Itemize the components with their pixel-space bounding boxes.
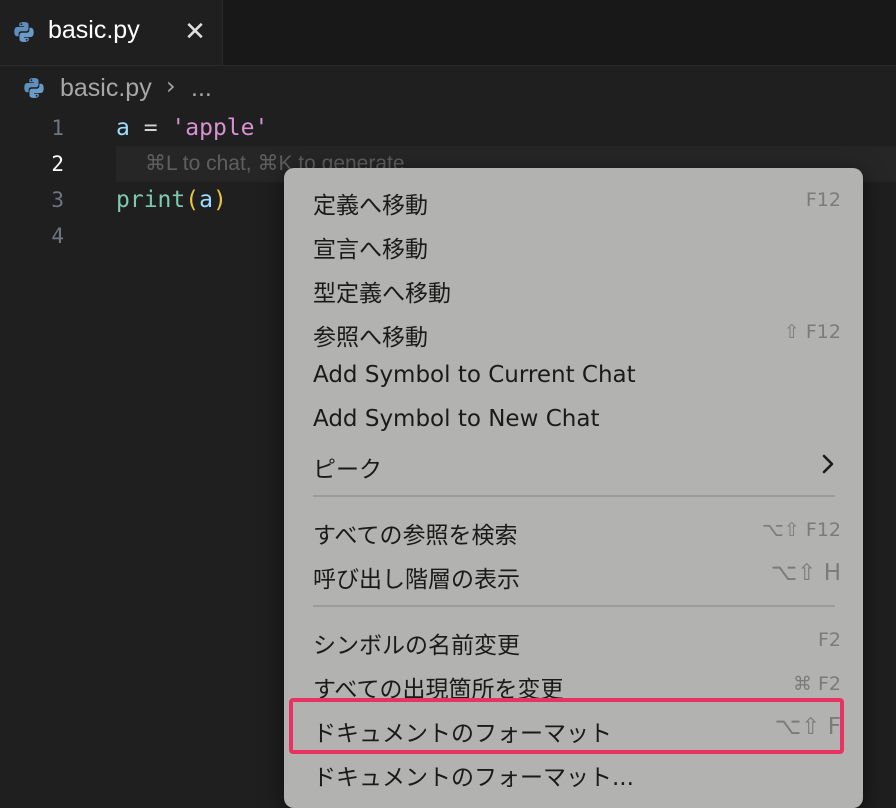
menu-item-go-to-references[interactable]: 参照へ移動 ⇧ F12 — [284, 311, 863, 355]
token-paren: ( — [185, 187, 200, 213]
menu-item-go-to-type-definition[interactable]: 型定義へ移動 — [284, 267, 863, 311]
menu-item-shortcut: F12 — [805, 189, 841, 211]
token-variable: a — [199, 187, 213, 213]
menu-item-add-symbol-new-chat[interactable]: Add Symbol to New Chat — [284, 399, 863, 443]
menu-item-shortcut: ⇧ F12 — [783, 321, 841, 343]
menu-item-label: 呼び出し階層の表示 — [313, 567, 520, 593]
menu-item-peek[interactable]: ピーク — [284, 443, 863, 487]
line-number: 3 — [51, 188, 64, 212]
token-variable: a — [116, 115, 130, 141]
menu-item-label: ピーク — [313, 457, 382, 483]
menu-item-label: 宣言へ移動 — [313, 237, 428, 263]
close-icon[interactable]: ✕ — [180, 14, 210, 50]
menu-item-label: シンボルの名前変更 — [313, 633, 520, 659]
code-line-3[interactable]: print(a) — [116, 182, 227, 218]
chevron-right-icon: › — [166, 72, 176, 100]
menu-item-label: 参照へ移動 — [313, 325, 428, 351]
line-number: 2 — [51, 152, 64, 176]
menu-item-label: すべての参照を検索 — [313, 523, 518, 549]
menu-item-label: Add Symbol to Current Chat — [313, 362, 636, 388]
menu-item-shortcut: ⌘ F2 — [792, 673, 841, 695]
menu-item-label: 定義へ移動 — [313, 193, 428, 219]
token-paren: ) — [212, 187, 227, 213]
menu-item-shortcut: ⌥⇧ H — [770, 560, 841, 586]
line-number: 1 — [51, 116, 64, 140]
code-line-1[interactable]: a = 'apple' — [116, 110, 268, 146]
menu-separator — [313, 495, 835, 497]
token-function: print — [116, 187, 186, 213]
menu-item-shortcut: ⌥⇧ F12 — [762, 519, 841, 541]
menu-item-label: ドキュメントのフォーマット... — [313, 765, 634, 791]
menu-item-find-all-references[interactable]: すべての参照を検索 ⌥⇧ F12 — [284, 509, 863, 553]
menu-item-format-document-with[interactable]: ドキュメントのフォーマット... — [284, 751, 863, 795]
menu-item-label: Add Symbol to New Chat — [313, 406, 600, 432]
menu-item-go-to-definition[interactable]: 定義へ移動 F12 — [284, 179, 863, 223]
line-number: 4 — [51, 224, 64, 248]
python-file-icon — [14, 22, 34, 42]
token-string: 'apple' — [171, 115, 269, 141]
tab-basic-py[interactable]: basic.py ✕ — [0, 0, 223, 65]
breadcrumb: basic.py › ... — [0, 66, 896, 110]
menu-item-label: 型定義へ移動 — [313, 281, 451, 307]
menu-item-shortcut: F2 — [817, 629, 841, 651]
chevron-right-icon — [822, 454, 834, 474]
menu-item-show-call-hierarchy[interactable]: 呼び出し階層の表示 ⌥⇧ H — [284, 553, 863, 597]
breadcrumb-file[interactable]: basic.py — [60, 74, 152, 103]
tab-label: basic.py — [48, 16, 140, 44]
tab-bar: basic.py ✕ — [0, 0, 896, 66]
menu-item-add-symbol-current-chat[interactable]: Add Symbol to Current Chat — [284, 355, 863, 399]
python-file-icon — [24, 78, 44, 98]
menu-item-go-to-declaration[interactable]: 宣言へ移動 — [284, 223, 863, 267]
menu-item-rename-symbol[interactable]: シンボルの名前変更 F2 — [284, 619, 863, 663]
highlight-annotation — [289, 698, 844, 754]
menu-separator — [313, 605, 835, 607]
breadcrumb-more[interactable]: ... — [191, 74, 212, 103]
token-operator: = — [129, 115, 172, 141]
